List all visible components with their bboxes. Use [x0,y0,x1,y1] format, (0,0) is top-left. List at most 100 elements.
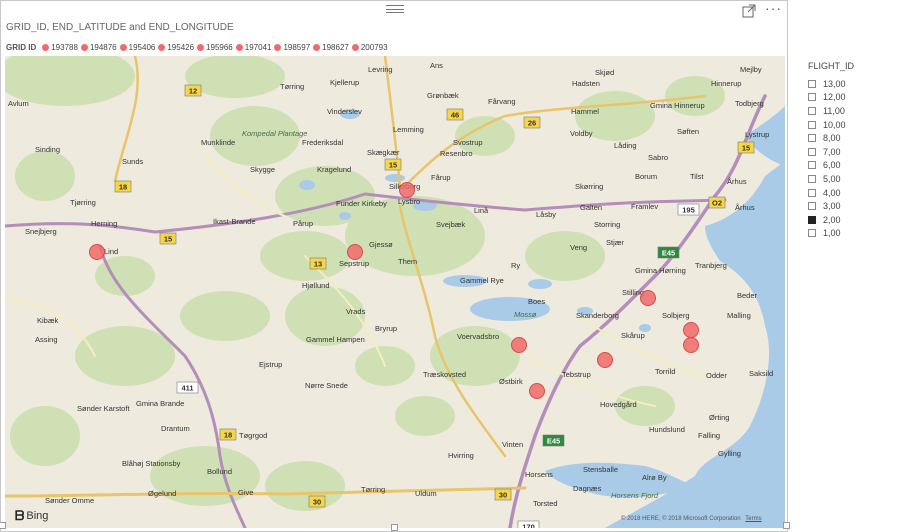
slicer-item[interactable]: 5,00 [808,172,888,186]
road-shield: 15 [159,232,177,245]
map-visual[interactable]: ··· GRID_ID, END_LATITUDE and END_LONGIT… [0,0,788,532]
slicer-item[interactable]: 13,00 [808,77,888,91]
town-label: Tilst [690,172,704,181]
map-data-point[interactable] [597,352,613,368]
town-label: Skægkær [367,148,400,157]
checkbox-icon[interactable] [808,93,816,102]
town-label: Stjær [606,238,624,247]
town-label: Lemming [393,125,424,134]
town-label: Tørring [280,82,304,91]
checkbox-icon[interactable] [808,229,816,238]
town-label: Give [238,488,253,497]
map-data-point[interactable] [89,244,105,260]
slicer-item[interactable]: 2,00 [808,213,888,227]
town-label: Voervadsbro [457,332,499,341]
town-label: Lind [104,247,118,256]
map-data-point[interactable] [511,337,527,353]
town-label: Sepstrup [339,259,369,268]
checkbox-icon[interactable] [808,147,816,156]
legend-item[interactable]: 194876 [80,42,117,52]
more-options-icon[interactable]: ··· [765,1,782,15]
slicer-item[interactable]: 6,00 [808,159,888,173]
town-label: Alrø By [642,473,667,482]
slicer-item[interactable]: 4,00 [808,186,888,200]
bing-b-icon: ᗷ [15,508,25,523]
legend-item[interactable]: 200793 [351,43,388,52]
map-canvas[interactable]: Levring Ans Skjød Mejlby Avlum Tørring Kjeller… [5,56,785,528]
checkbox-icon[interactable] [808,188,816,197]
road-shield-label: 30 [499,491,507,500]
map-data-point[interactable] [640,290,656,306]
slicer-item-label: 3,00 [823,201,841,212]
slicer-item-label: 13,00 [823,78,846,89]
road-shield: 411 [176,381,199,394]
town-label: Todbjerg [735,99,764,108]
road-shield: O2 [708,196,726,209]
map-data-point[interactable] [683,337,699,353]
slicer-item-label: 5,00 [823,173,841,184]
town-label: Kompedal Plantage [242,129,307,138]
legend-item[interactable]: 197041 [235,43,271,52]
road-shield-label: 195 [682,206,695,215]
legend-label: 194876 [89,42,117,52]
resize-handle-bl[interactable] [0,522,6,529]
town-label: Odder [706,371,727,380]
legend-dot-icon [158,43,166,51]
town-label: Hadsten [572,79,600,88]
checkbox-checked-icon[interactable] [808,215,816,224]
checkbox-icon[interactable] [808,134,816,143]
focus-mode-icon[interactable] [742,4,756,18]
map-data-point[interactable] [399,182,415,198]
town-label: Uldum [415,489,437,498]
slicer-item[interactable]: 10,00 [808,118,888,132]
legend-item[interactable]: 195966 [197,43,233,52]
slicer-item[interactable]: 7,00 [808,145,888,159]
road-shield-label: O2 [712,199,722,208]
checkbox-icon[interactable] [808,106,816,115]
legend-dot-icon [351,43,359,51]
town-label: Mejlby [740,65,762,74]
town-label: Munklinde [201,138,235,147]
checkbox-icon[interactable] [808,174,816,183]
legend-label: 195426 [167,42,195,52]
town-label: Tranbjerg [695,261,727,270]
map-svg: Levring Ans Skjød Mejlby Avlum Tørring Kjeller… [5,56,785,528]
resize-handle-br[interactable] [783,522,790,529]
slicer-item[interactable]: 8,00 [808,131,888,145]
town-label: Hundslund [649,425,685,434]
town-label: Øgelund [148,489,176,498]
town-label: Svejbæk [436,220,465,229]
road-shield: 170 [517,520,540,528]
terms-link[interactable]: Terms [745,516,761,522]
town-label: Skjød [595,68,614,77]
slicer-item[interactable]: 11,00 [808,104,888,118]
slicer-item[interactable]: 12,00 [808,91,888,105]
legend-item[interactable]: 195406 [119,43,155,52]
legend-item[interactable]: 193788 [42,43,78,52]
checkbox-icon[interactable] [808,120,816,129]
slicer-item[interactable]: 3,00 [808,199,888,213]
legend-dot-icon [42,43,50,51]
road-shield: 26 [523,116,541,129]
resize-handle-bottom[interactable] [391,524,398,531]
checkbox-icon[interactable] [808,161,816,170]
town-label: Hjøllund [302,281,330,290]
town-label: Gmina Hinnerup [650,101,705,110]
map-data-point[interactable] [529,383,545,399]
town-label: Sunds [122,157,144,166]
town-label: Bollund [207,467,232,476]
legend-item[interactable]: 198597 [274,43,310,52]
slicer-item[interactable]: 1,00 [808,227,888,241]
checkbox-icon[interactable] [808,202,816,211]
map-data-point[interactable] [347,244,363,260]
town-label: Hammel [571,107,599,116]
legend-item[interactable]: 195426 [158,43,194,52]
town-label: Them [398,257,417,266]
road-shield-label: 26 [528,119,536,128]
town-label: Horsens [525,470,553,479]
legend-item[interactable]: 198627 [313,43,349,52]
visual-title: GRID_ID, END_LATITUDE and END_LONGITUDE [6,22,234,33]
checkbox-icon[interactable] [808,79,816,88]
drag-grip-icon[interactable] [386,5,404,13]
map-data-point[interactable] [683,322,699,338]
